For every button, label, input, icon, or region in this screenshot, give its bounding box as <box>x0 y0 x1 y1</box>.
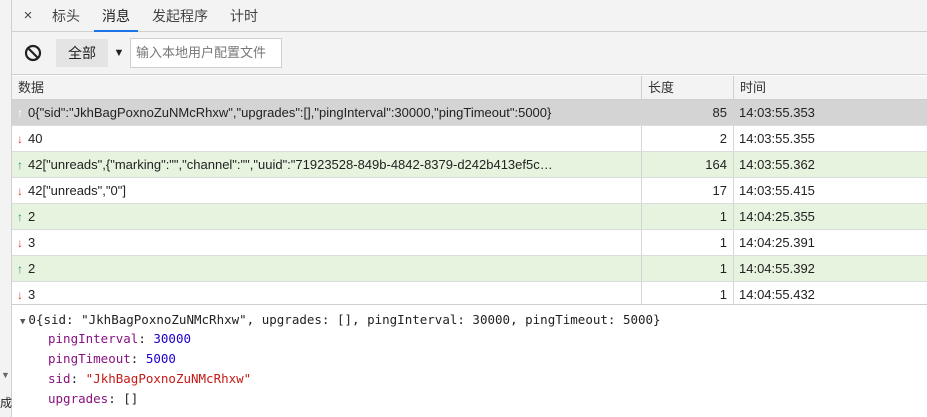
arrow-up-icon: ↑ <box>17 262 23 276</box>
arrow-up-icon: ↑ <box>17 210 23 224</box>
property-value: 5000 <box>145 351 176 366</box>
message-data-cell: ↓ 40 <box>12 126 642 151</box>
property-key: pingTimeout <box>48 351 131 366</box>
detail-property: pingTimeout: 5000 <box>48 351 176 366</box>
chevron-down-icon[interactable]: ▼ <box>108 47 130 59</box>
property-key: pingInterval <box>48 331 139 346</box>
expand-triangle-icon[interactable]: ▼ <box>20 317 25 327</box>
message-data-cell: ↑ 42["unreads",{"marking":"","channel":""… <box>12 152 642 177</box>
message-data-text: 3 <box>28 235 36 250</box>
property-value: "JkhBagPoxnoZuNMcRhxw" <box>85 371 252 386</box>
message-time-cell: 14:04:55.392 <box>739 261 815 276</box>
message-time-cell: 14:03:55.362 <box>739 157 815 172</box>
arrow-down-icon: ↓ <box>17 132 23 146</box>
message-length-cell: 2 <box>642 126 734 151</box>
block-icon[interactable] <box>20 40 46 66</box>
message-length-cell: 1 <box>642 256 734 281</box>
column-header-data[interactable]: 数据 <box>12 76 642 100</box>
message-data-cell: ↑ 2 <box>12 204 642 229</box>
tab-timing[interactable]: 计时 <box>222 0 266 32</box>
tab-initiator[interactable]: 发起程序 <box>144 0 216 32</box>
filter-select-value[interactable]: 全部 <box>56 39 108 67</box>
tab-messages[interactable]: 消息 <box>94 0 138 32</box>
arrow-down-icon: ↓ <box>17 236 23 250</box>
tab-headers[interactable]: 标头 <box>44 0 88 32</box>
message-data-text: 2 <box>28 261 36 276</box>
message-time-cell: 14:03:55.415 <box>739 183 815 198</box>
message-time-cell: 14:03:55.355 <box>739 131 815 146</box>
message-length-cell: 17 <box>642 178 734 203</box>
message-length-cell: 85 <box>642 100 734 125</box>
left-edge-strip: ▼ 成 <box>0 0 12 417</box>
scroll-down-icon[interactable]: ▼ <box>1 370 10 380</box>
message-time-cell: 14:04:25.391 <box>739 235 815 250</box>
message-data-cell: ↓ 42["unreads","0"] <box>12 178 642 203</box>
network-messages-panel: × 标头 消息 发起程序 计时 全部 ▼ 数据 长度 时间 ↑ 0{"sid":"… <box>12 0 927 417</box>
table-row[interactable]: ↓ 42["unreads","0"] 17 14:03:55.415 <box>12 178 927 204</box>
left-edge-text: 成 <box>0 396 12 410</box>
message-length-cell: 1 <box>642 230 734 255</box>
message-data-text: 3 <box>28 287 36 302</box>
column-header-time[interactable]: 时间 <box>734 76 927 100</box>
table-body: ↑ 0{"sid":"JkhBagPoxnoZuNMcRhxw","upgrade… <box>12 100 927 308</box>
arrow-neutral-icon: ↑ <box>17 106 23 120</box>
property-value: [] <box>123 391 139 406</box>
column-header-length[interactable]: 长度 <box>642 76 734 100</box>
message-data-text: 42["unreads","0"] <box>28 183 126 198</box>
property-key: sid <box>48 371 71 386</box>
message-data-text: 42["unreads",{"marking":"","channel":"",… <box>28 157 553 172</box>
property-key: upgrades <box>48 391 109 406</box>
message-data-cell: ↓ 3 <box>12 230 642 255</box>
message-detail-pane: ▼ 0{sid: "JkhBagPoxnoZuNMcRhxw", upgrades… <box>12 304 927 417</box>
message-data-cell: ↑ 0{"sid":"JkhBagPoxnoZuNMcRhxw","upgrade… <box>12 100 642 125</box>
detail-summary-text: 0{sid: "JkhBagPoxnoZuNMcRhxw", upgrades:… <box>28 312 661 327</box>
message-data-text: 0{"sid":"JkhBagPoxnoZuNMcRhxw","upgrades… <box>28 105 552 120</box>
messages-toolbar: 全部 ▼ <box>12 32 927 75</box>
detail-property: upgrades: [] <box>48 391 139 406</box>
messages-table: 数据 长度 时间 ↑ 0{"sid":"JkhBagPoxnoZuNMcRhxw"… <box>12 76 927 308</box>
arrow-up-icon: ↑ <box>17 158 23 172</box>
message-time-cell: 14:04:25.355 <box>739 209 815 224</box>
detail-summary[interactable]: ▼ 0{sid: "JkhBagPoxnoZuNMcRhxw", upgrades… <box>20 312 661 327</box>
message-length-cell: 1 <box>642 204 734 229</box>
message-data-cell: ↑ 2 <box>12 256 642 281</box>
message-filter-select[interactable]: 全部 ▼ <box>56 39 130 67</box>
tab-bar: × 标头 消息 发起程序 计时 <box>12 0 927 32</box>
message-data-text: 40 <box>28 131 43 146</box>
table-row[interactable]: ↑ 2 1 14:04:55.392 <box>12 256 927 282</box>
table-header: 数据 长度 时间 <box>12 76 927 100</box>
table-row[interactable]: ↑ 0{"sid":"JkhBagPoxnoZuNMcRhxw","upgrade… <box>12 100 927 126</box>
table-row[interactable]: ↑ 42["unreads",{"marking":"","channel":""… <box>12 152 927 178</box>
table-row[interactable]: ↓ 3 1 14:04:25.391 <box>12 230 927 256</box>
detail-property: pingInterval: 30000 <box>48 331 192 346</box>
arrow-down-icon: ↓ <box>17 184 23 198</box>
close-icon[interactable]: × <box>12 7 44 24</box>
filter-input[interactable] <box>130 38 282 68</box>
detail-property: sid: "JkhBagPoxnoZuNMcRhxw" <box>48 371 252 386</box>
message-length-cell: 164 <box>642 152 734 177</box>
property-value: 30000 <box>153 331 192 346</box>
message-data-text: 2 <box>28 209 36 224</box>
table-row[interactable]: ↓ 40 2 14:03:55.355 <box>12 126 927 152</box>
table-row[interactable]: ↑ 2 1 14:04:25.355 <box>12 204 927 230</box>
message-time-cell: 14:03:55.353 <box>739 105 815 120</box>
